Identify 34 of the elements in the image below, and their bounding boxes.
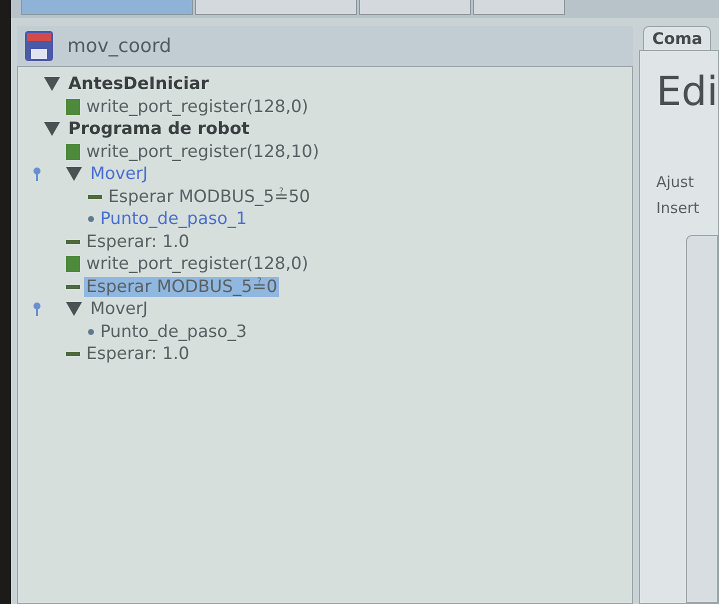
pin-icon: [33, 167, 42, 182]
tree-item[interactable]: write_port_register(128,10): [84, 142, 322, 162]
tree-item[interactable]: Esperar MODBUS_5≟50: [106, 186, 312, 207]
tree-item[interactable]: AntesDeIniciar: [66, 74, 211, 94]
dot-icon: [88, 328, 94, 335]
panel-text: Ajust: [656, 173, 695, 191]
caret-icon[interactable]: [66, 167, 82, 182]
tree-item[interactable]: Programa de robot: [66, 119, 252, 140]
tree-item[interactable]: write_port_register(128,0): [84, 254, 310, 274]
tree-item[interactable]: Punto_de_paso_1: [98, 209, 249, 230]
tree-item[interactable]: Punto_de_paso_3: [98, 322, 249, 342]
tree-item[interactable]: MoverJ: [88, 164, 150, 184]
dash-icon: [66, 284, 80, 289]
dash-icon: [66, 352, 80, 356]
tree-item[interactable]: Esperar MODBUS_5≟0: [84, 276, 280, 297]
dash-icon: [88, 194, 102, 199]
script-icon: [66, 256, 80, 272]
script-icon: [66, 144, 80, 160]
command-tab[interactable]: Coma: [643, 26, 712, 50]
caret-icon[interactable]: [66, 302, 82, 316]
tree-item[interactable]: MoverJ: [88, 299, 150, 320]
program-name: mov_coord: [67, 35, 172, 57]
dot-icon: [88, 216, 94, 222]
caret-icon[interactable]: [44, 77, 60, 92]
tree-item[interactable]: write_port_register(128,0): [84, 96, 310, 117]
save-icon[interactable]: [25, 31, 54, 61]
pin-icon: [33, 302, 42, 316]
tree-item[interactable]: Esperar: 1.0: [84, 232, 192, 252]
dash-icon: [66, 240, 80, 244]
tree-item[interactable]: Esperar: 1.0: [84, 344, 192, 364]
caret-icon[interactable]: [44, 122, 60, 136]
panel-heading: Edi: [656, 69, 718, 115]
panel-text: Insert: [656, 199, 700, 217]
script-icon: [66, 98, 80, 115]
